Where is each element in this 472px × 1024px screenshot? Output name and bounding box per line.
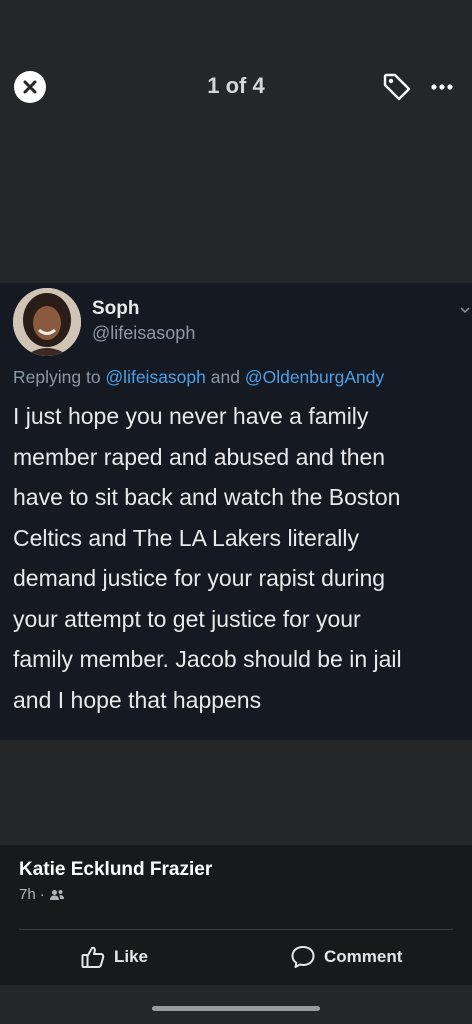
reply-mention-1: @lifeisasoph (105, 367, 206, 387)
avatar (13, 288, 81, 356)
tweet-text-line: family member. Jacob should be in jail (13, 646, 402, 672)
tweet-text: I just hope you never have a family memb… (13, 396, 471, 720)
tweet-author-name: Soph (92, 298, 140, 319)
post-info-panel: Katie Ecklund Frazier 7h · Like Comment (0, 845, 472, 985)
post-meta: 7h · (19, 886, 65, 903)
tweet-text-line: I just hope you never have a family (13, 403, 369, 429)
like-label: Like (114, 947, 149, 966)
tweet-text-line: have to sit back and watch the Boston (13, 484, 401, 510)
tag-icon (383, 73, 411, 101)
tweet-text-line: your attempt to get justice for your (13, 605, 361, 632)
like-button[interactable]: Like (80, 942, 148, 972)
tweet-screenshot-photo[interactable]: Soph @lifeisasoph Replying to @lifeisaso… (0, 283, 472, 740)
post-author-name[interactable]: Katie Ecklund Frazier (19, 859, 212, 881)
photo-viewer: 1 of 4 Soph @lifeisasoph Replying to @li… (0, 0, 472, 1024)
meta-separator: · (39, 886, 45, 903)
comment-label: Comment (324, 947, 403, 966)
divider (19, 929, 453, 930)
top-bar: 1 of 4 (0, 60, 472, 112)
tweet-text-line: and I hope that happens (13, 686, 262, 713)
tweet-author-handle: @lifeisasoph (92, 323, 196, 343)
more-icon (431, 84, 453, 90)
chevron-down-icon (460, 307, 470, 314)
reply-mention-2: @OldenburgAndy (244, 367, 385, 387)
tweet-text-line: Celtics and The LA Lakers literally (13, 524, 360, 551)
thumbs-up-icon (81, 946, 105, 968)
tag-button[interactable] (380, 70, 414, 104)
reply-prefix: Replying to (13, 367, 106, 387)
post-time[interactable]: 7h (19, 886, 36, 903)
comment-icon (291, 946, 315, 968)
tweet-text-line: member raped and abused and then (13, 443, 386, 470)
tweet-replying-to: Replying to @lifeisasoph and @OldenburgA… (13, 367, 384, 388)
friends-icon (49, 889, 64, 900)
tweet-text-line: demand justice for your rapist during (13, 565, 386, 591)
reply-and: and (205, 367, 245, 387)
more-options-button[interactable] (424, 70, 460, 104)
comment-button[interactable]: Comment (290, 942, 402, 972)
home-indicator[interactable] (152, 1006, 320, 1011)
